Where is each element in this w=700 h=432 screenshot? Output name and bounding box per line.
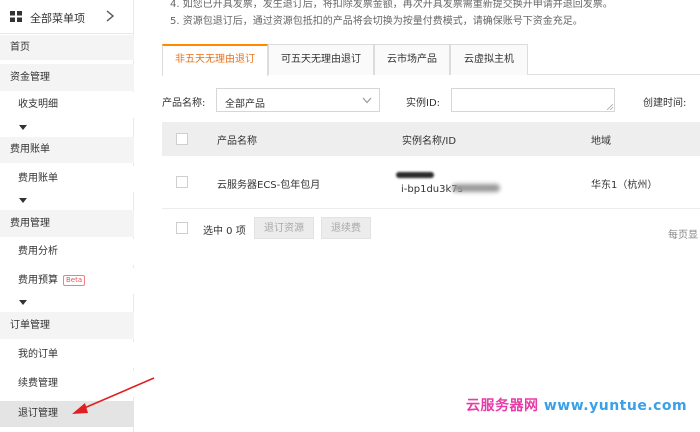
- sidebar-item-my-orders[interactable]: 我的订单: [0, 342, 134, 368]
- row-checkbox[interactable]: [176, 176, 188, 188]
- redacted-instance-name: [396, 172, 434, 178]
- row-product-name: 云服务器ECS-包年包月: [217, 180, 321, 191]
- unsubscribe-resource-button[interactable]: 退订资源: [254, 217, 314, 239]
- redacted-instance-suffix: [452, 184, 500, 192]
- sidebar-item-fee-analysis[interactable]: 费用分析: [0, 239, 134, 265]
- sidebar-item-fee-bill[interactable]: 费用账单: [0, 166, 134, 192]
- refund-renewal-button[interactable]: 退续费: [321, 217, 371, 239]
- watermark-url: www.yuntue.com: [543, 398, 688, 414]
- tab-label: 云市场产品: [387, 54, 437, 65]
- product-select-value: 全部产品: [225, 99, 265, 110]
- table-row: 云服务器ECS-包年包月 i-bp1du3k7s 华东1（杭州）: [162, 156, 700, 209]
- column-header-region: 地域: [591, 136, 611, 147]
- tab-five-day[interactable]: 可五天无理由退订: [268, 44, 374, 75]
- product-filter-label: 产品名称:: [162, 98, 206, 109]
- grid-menu-icon: [10, 11, 22, 22]
- tab-label: 云虚拟主机: [464, 54, 514, 65]
- sidebar-item-label: 收支明细: [18, 99, 58, 110]
- resize-grip-icon[interactable]: [607, 104, 613, 110]
- sidebar-group-cost[interactable]: 费用管理: [0, 210, 134, 237]
- triangle-down-icon[interactable]: [19, 300, 27, 305]
- sidebar-item-label: 退订管理: [18, 408, 58, 419]
- instance-filter-label: 实例ID:: [406, 98, 441, 109]
- select-all-checkbox[interactable]: [176, 133, 188, 145]
- triangle-down-icon[interactable]: [19, 198, 27, 203]
- sidebar-item-home[interactable]: 首页: [0, 35, 134, 60]
- sidebar-group-label: 费用账单: [10, 144, 50, 155]
- instance-id-input[interactable]: [451, 88, 615, 112]
- chevron-right-icon[interactable]: [104, 9, 116, 23]
- sidebar-item-label: 首页: [10, 42, 30, 53]
- sidebar-item-label: 我的订单: [18, 349, 58, 360]
- tab-virtual-host[interactable]: 云虚拟主机: [450, 44, 528, 75]
- sidebar-group-billing[interactable]: 费用账单: [0, 137, 134, 163]
- sidebar-item-fee-budget[interactable]: 费用预算 Beta: [0, 268, 134, 294]
- notice-line-5: 5. 资源包退订后，通过资源包抵扣的产品将会切换为按量付费模式，请确保账号下资金…: [170, 16, 583, 27]
- tab-bar: 非五天无理由退订 可五天无理由退订 云市场产品 云虚拟主机: [162, 44, 700, 76]
- selected-count: 选中 0 项: [203, 226, 246, 237]
- sidebar-group-label: 资金管理: [10, 72, 50, 83]
- sidebar-group-funds[interactable]: 资金管理: [0, 64, 134, 91]
- table-header: 产品名称 实例名称/ID 地域: [162, 122, 700, 156]
- notice-line-4: 4. 如您已开具发票，发生退订后，将扣除发票金额，再次开具发票需重新提交换开申请…: [170, 0, 613, 10]
- tab-non-five-day[interactable]: 非五天无理由退订: [162, 44, 268, 76]
- annotation-arrow-icon: [72, 377, 155, 414]
- all-menu-title: 全部菜单项: [30, 12, 85, 25]
- chevron-down-icon: [362, 97, 372, 104]
- beta-badge: Beta: [63, 275, 86, 286]
- sidebar-item-label: 续费管理: [18, 378, 58, 389]
- watermark: 云服务器网 www.yuntue.com: [466, 395, 687, 415]
- column-header-instance: 实例名称/ID: [402, 136, 457, 147]
- tab-label: 非五天无理由退订: [175, 54, 255, 65]
- all-menu-header[interactable]: 全部菜单项: [0, 0, 134, 34]
- sidebar-item-label: 费用预算: [18, 275, 58, 286]
- sidebar-group-orders[interactable]: 订单管理: [0, 312, 134, 339]
- column-header-product: 产品名称: [217, 136, 257, 147]
- sidebar: 全部菜单项 首页 资金管理 收支明细 费用账单 费用账单 费用管理 费用分析 费…: [0, 0, 134, 432]
- created-time-label: 创建时间:: [643, 98, 687, 109]
- tab-marketplace[interactable]: 云市场产品: [374, 44, 450, 75]
- per-page-label: 每页显: [668, 230, 698, 241]
- sidebar-group-label: 订单管理: [10, 320, 50, 331]
- row-region: 华东1（杭州）: [591, 180, 658, 191]
- sidebar-item-income-detail[interactable]: 收支明细: [0, 92, 134, 118]
- footer-select-all-checkbox[interactable]: [176, 222, 188, 234]
- sidebar-item-label: 费用分析: [18, 246, 58, 257]
- product-select[interactable]: 全部产品: [216, 88, 380, 112]
- watermark-brand: 云服务器网: [466, 398, 539, 414]
- tab-label: 可五天无理由退订: [281, 54, 361, 65]
- triangle-down-icon[interactable]: [19, 125, 27, 130]
- sidebar-item-label: 费用账单: [18, 173, 58, 184]
- sidebar-group-label: 费用管理: [10, 218, 50, 229]
